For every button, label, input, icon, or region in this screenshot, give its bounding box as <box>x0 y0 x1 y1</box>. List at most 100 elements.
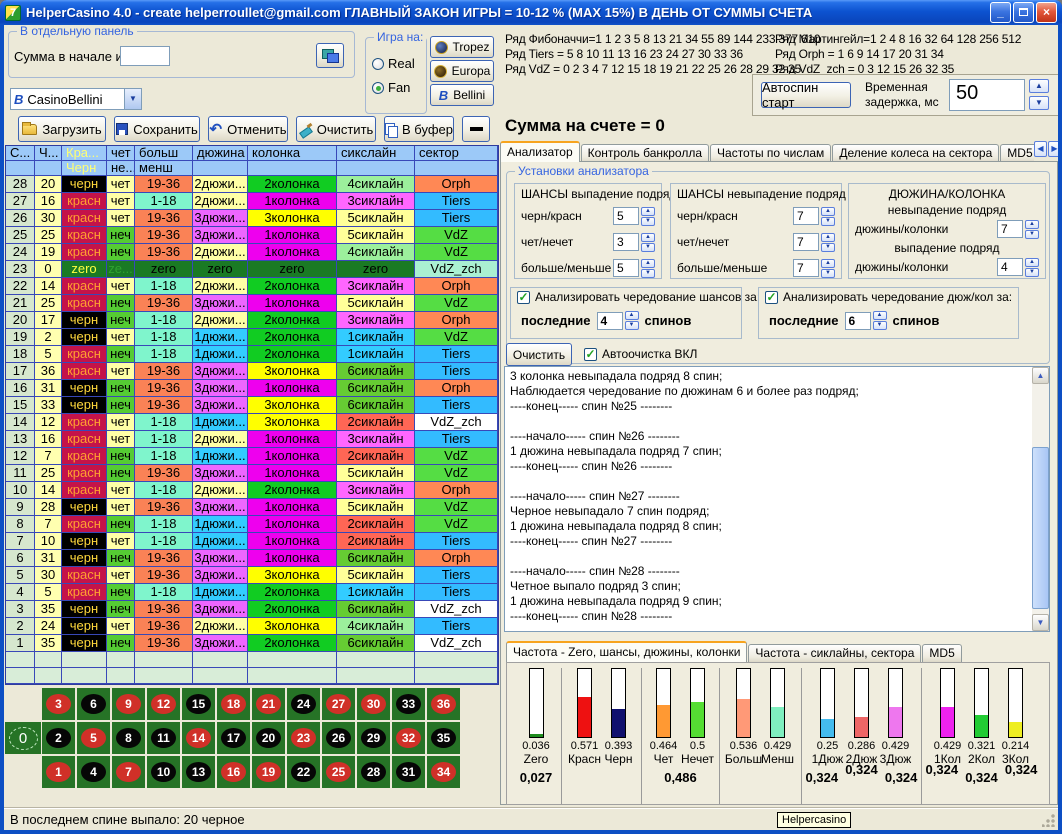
spin-down-icon[interactable]: ▼ <box>1025 268 1039 277</box>
roulette-number-3[interactable]: 3 <box>42 688 75 720</box>
main-tab-4[interactable]: MD5 <box>1000 144 1034 162</box>
spin-down-icon[interactable]: ▼ <box>821 269 835 278</box>
spin-up-icon[interactable]: ▲ <box>641 207 655 216</box>
checkbox-chances-alternation[interactable] <box>517 291 530 304</box>
spin-down-icon[interactable]: ▼ <box>873 321 887 330</box>
main-tab-2[interactable]: Частоты по числам <box>710 144 831 162</box>
scroll-down-icon[interactable]: ▼ <box>1032 614 1049 631</box>
roulette-number-27[interactable]: 27 <box>322 688 355 720</box>
detach-panel-button[interactable] <box>316 43 344 68</box>
delay-input[interactable]: 50 <box>949 79 1025 111</box>
roulette-number-19[interactable]: 19 <box>252 756 285 788</box>
freq-tab-2[interactable]: MD5 <box>922 644 961 662</box>
roulette-number-26[interactable]: 26 <box>322 722 355 754</box>
roulette-number-16[interactable]: 16 <box>217 756 250 788</box>
radio-icon[interactable] <box>372 58 384 70</box>
spin-value-input[interactable]: 7 <box>793 259 819 277</box>
roulette-number-25[interactable]: 25 <box>322 756 355 788</box>
toolbar-button-undo[interactable]: Отменить <box>208 116 288 142</box>
spin-value-input[interactable]: 3 <box>613 233 639 251</box>
maximize-button[interactable] <box>1013 2 1034 23</box>
spin-value-input[interactable]: 4 <box>997 258 1023 276</box>
roulette-number-18[interactable]: 18 <box>217 688 250 720</box>
freq-tab-1[interactable]: Частота - сиклайны, сектора <box>748 644 921 662</box>
start-sum-input[interactable] <box>120 46 170 66</box>
spin-down-icon[interactable]: ▼ <box>641 243 655 252</box>
roulette-number-9[interactable]: 9 <box>112 688 145 720</box>
checkbox-dozen-alternation[interactable] <box>765 291 778 304</box>
roulette-number-11[interactable]: 11 <box>147 722 180 754</box>
spin-up-icon[interactable]: ▲ <box>821 233 835 242</box>
spin-value-input[interactable]: 7 <box>793 207 819 225</box>
roulette-number-8[interactable]: 8 <box>112 722 145 754</box>
tab-scroll-right-icon[interactable]: ▶ <box>1048 141 1058 157</box>
roulette-number-17[interactable]: 17 <box>217 722 250 754</box>
spin-up-icon[interactable]: ▲ <box>641 233 655 242</box>
spin-value-input[interactable]: 7 <box>793 233 819 251</box>
roulette-number-6[interactable]: 6 <box>77 688 110 720</box>
toolbar-button-brush[interactable]: Очистить <box>296 116 376 142</box>
roulette-number-7[interactable]: 7 <box>112 756 145 788</box>
close-button[interactable]: × <box>1036 2 1057 23</box>
clear-log-button[interactable]: Очистить <box>506 343 572 366</box>
roulette-number-15[interactable]: 15 <box>182 688 215 720</box>
checkbox-autoclean[interactable] <box>584 348 597 361</box>
spin-value-input[interactable]: 6 <box>845 312 871 330</box>
roulette-number-1[interactable]: 1 <box>42 756 75 788</box>
title-bar[interactable]: 7 HelperCasino 4.0 - create helperroulle… <box>0 0 1062 25</box>
scroll-up-icon[interactable]: ▲ <box>1032 367 1049 384</box>
spin-down-icon[interactable]: ▼ <box>641 217 655 226</box>
roulette-number-33[interactable]: 33 <box>392 688 425 720</box>
roulette-number-5[interactable]: 5 <box>77 722 110 754</box>
roulette-number-22[interactable]: 22 <box>287 756 320 788</box>
spin-down-icon[interactable]: ▼ <box>821 217 835 226</box>
radio-option-fan[interactable]: Fan <box>372 76 415 100</box>
analysis-log[interactable]: 3 колонка невыпадала подряд 8 спин; Набл… <box>504 366 1050 632</box>
roulette-number-31[interactable]: 31 <box>392 756 425 788</box>
spin-up-icon[interactable]: ▲ <box>641 259 655 268</box>
roulette-number-36[interactable]: 36 <box>427 688 460 720</box>
spin-up-icon[interactable]: ▲ <box>1025 220 1039 229</box>
spin-up-icon[interactable]: ▲ <box>1025 258 1039 267</box>
collapse-button[interactable] <box>462 116 490 142</box>
spin-value-input[interactable]: 4 <box>597 312 623 330</box>
log-scrollbar[interactable]: ▲ ▼ <box>1032 367 1049 631</box>
roulette-number-10[interactable]: 10 <box>147 756 180 788</box>
spin-down-icon[interactable]: ▼ <box>1029 96 1049 110</box>
chevron-down-icon[interactable]: ▼ <box>124 89 141 109</box>
toolbar-button-folder[interactable]: Загрузить <box>18 116 106 142</box>
roulette-number-2[interactable]: 2 <box>42 722 75 754</box>
roulette-number-30[interactable]: 30 <box>357 688 390 720</box>
main-tab-1[interactable]: Контроль банкролла <box>581 144 709 162</box>
toolbar-button-copy[interactable]: В буфер <box>384 116 454 142</box>
resize-grip[interactable] <box>1042 814 1055 827</box>
tab-scroll-left-icon[interactable]: ◀ <box>1034 141 1047 157</box>
roulette-number-12[interactable]: 12 <box>147 688 180 720</box>
casino-button-europa[interactable]: Europa <box>430 60 494 82</box>
spin-up-icon[interactable]: ▲ <box>625 311 639 320</box>
spin-up-icon[interactable]: ▲ <box>821 259 835 268</box>
roulette-number-32[interactable]: 32 <box>392 722 425 754</box>
roulette-number-29[interactable]: 29 <box>357 722 390 754</box>
spin-value-input[interactable]: 5 <box>613 207 639 225</box>
casino-button-bellini[interactable]: Bellini <box>430 84 494 106</box>
autospin-start-button[interactable]: Автоспин старт <box>761 82 851 108</box>
spin-down-icon[interactable]: ▼ <box>1025 230 1039 239</box>
radio-option-real[interactable]: Real <box>372 52 415 76</box>
spin-up-icon[interactable]: ▲ <box>1029 79 1049 93</box>
roulette-number-23[interactable]: 23 <box>287 722 320 754</box>
roulette-number-34[interactable]: 34 <box>427 756 460 788</box>
roulette-number-13[interactable]: 13 <box>182 756 215 788</box>
roulette-number-4[interactable]: 4 <box>77 756 110 788</box>
roulette-number-24[interactable]: 24 <box>287 688 320 720</box>
casino-select[interactable]: CasinoBellini ▼ <box>10 88 142 110</box>
spin-value-input[interactable]: 7 <box>997 220 1023 238</box>
spin-up-icon[interactable]: ▲ <box>873 311 887 320</box>
roulette-number-28[interactable]: 28 <box>357 756 390 788</box>
casino-button-tropez[interactable]: Tropez <box>430 36 494 58</box>
toolbar-button-floppy[interactable]: Сохранить <box>114 116 200 142</box>
main-tab-0[interactable]: Анализатор <box>500 141 580 162</box>
spin-value-input[interactable]: 5 <box>613 259 639 277</box>
roulette-number-35[interactable]: 35 <box>427 722 460 754</box>
minimize-button[interactable]: _ <box>990 2 1011 23</box>
